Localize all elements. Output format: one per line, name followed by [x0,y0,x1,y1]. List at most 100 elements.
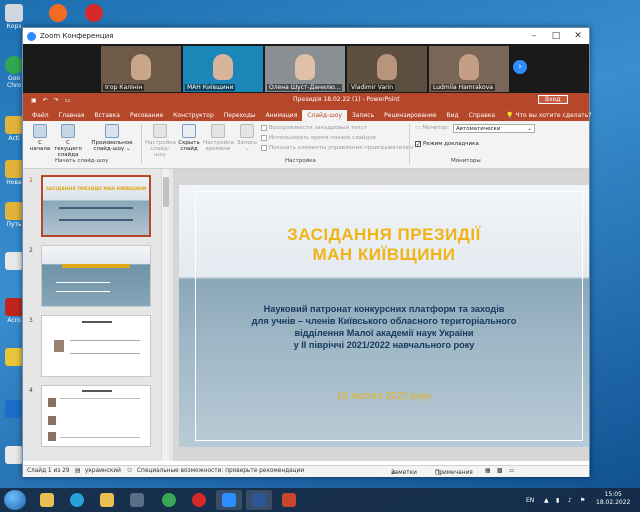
thumbnail-scrollbar[interactable] [161,169,169,461]
tab-animations[interactable]: Анимация [261,112,303,121]
sorter-view-icon[interactable]: ▩ [497,468,502,474]
tab-draw[interactable]: Рисование [125,112,168,121]
desktop-icon-2[interactable] [82,4,106,23]
monitor-icon: ▭ [415,125,421,131]
volume-icon[interactable]: ♪ [568,488,572,512]
opera-icon [192,493,206,507]
tab-help[interactable]: Справка [464,112,500,121]
tab-insert[interactable]: Вставка [90,112,125,121]
checkbox-checked: ✓ [415,141,422,148]
participant-tile[interactable]: Vladimir Varin [347,46,427,92]
chrome-icon [5,56,23,74]
presenter-view-checkbox[interactable]: ✓ Режим докладчика [415,141,479,148]
slide-thumbnail-4[interactable] [41,385,151,447]
tab-view[interactable]: Вид [441,112,463,121]
avast-icon [49,4,67,22]
taskbar-app-media[interactable] [124,490,150,510]
document-icon [5,446,23,464]
ribbon-slideshow: С начала С текущего слайда Произвольное … [23,121,589,169]
use-timings-checkbox[interactable]: Использовать время показа слайдов [261,135,376,141]
zoom-icon [222,493,236,507]
taskbar-app-files[interactable] [94,490,120,510]
save-icon[interactable]: ▣ [31,97,37,104]
setup-slideshow-button[interactable]: Настройка слайд-шоу [145,124,176,158]
undo-icon[interactable]: ↶ [43,97,48,104]
show-media-controls-checkbox[interactable]: Показать элементы управления проигрывате… [261,145,413,151]
from-start-button[interactable]: С начала [29,124,51,152]
participant-tile[interactable]: Ігор Калінін [101,46,181,92]
custom-show-icon [105,124,119,138]
language-indicator[interactable]: EN [526,488,534,512]
setup-icon [153,124,167,138]
word-icon [252,493,266,507]
flag-icon[interactable]: ⚑ [580,488,585,512]
thumbnail-heading [82,390,112,392]
app-icon [5,400,23,418]
slideshow-quick-icon[interactable]: ▭ [65,97,71,104]
tray-arrow-icon[interactable]: ▲ [544,488,549,512]
accessibility-status[interactable]: Специальные возможности: проверьте реком… [137,468,304,474]
participant-video [213,54,233,80]
taskbar-app-zoom[interactable] [216,490,242,510]
participant-tile[interactable]: Олена Шуст-Данилю... [265,46,345,92]
sign-in-button[interactable]: Вход [538,95,568,104]
slideshow-current-icon [61,124,75,138]
tab-home[interactable]: Главная [54,112,90,121]
scrollbar-thumb[interactable] [163,177,169,207]
taskbar-app-powerpoint[interactable] [276,490,302,510]
language-status[interactable]: украинский [85,468,121,474]
ribbon-tabs: Файл Главная Вставка Рисование Конструкт… [23,107,591,121]
taskbar-app-opera[interactable] [186,490,212,510]
participant-name: МАН Київщини [185,84,236,91]
tab-transitions[interactable]: Переходы [219,112,261,121]
zoom-window: Zoom Конференция – □ ✕ Ігор Калінін МАН … [22,27,591,477]
tab-design[interactable]: Конструктор [168,112,219,121]
record-icon [240,124,254,138]
tab-review[interactable]: Рецензирование [379,112,441,121]
monitor-select[interactable]: Автоматически ⌄ [453,124,535,133]
participant-tile[interactable]: МАН Київщини [183,46,263,92]
custom-slideshow-button[interactable]: Произвольное слайд-шоу ⌄ [89,124,135,152]
record-button[interactable]: Запись ⌄ [235,124,259,152]
tab-slideshow[interactable]: Слайд-шоу [302,110,347,121]
participant-video [459,54,479,80]
slide-thumbnail-2[interactable] [41,245,151,307]
slide-title: ЗАСІДАННЯ ПРЕЗИДІЇ МАН КИЇВЩИНИ [287,225,481,264]
thumbnail-number: 4 [29,387,33,394]
spelling-icon[interactable]: ▤ [75,468,80,474]
start-button[interactable] [4,490,26,510]
opera-icon [85,4,103,22]
acrobat-icon [5,298,23,316]
tab-record[interactable]: Запись [347,112,379,121]
hide-slide-button[interactable]: Скрыть слайд [177,124,201,152]
thumbnail-number: 3 [29,317,33,324]
taskbar-app-edge[interactable] [64,490,90,510]
from-current-button[interactable]: С текущего слайда [53,124,83,158]
play-narrations-checkbox[interactable]: Воспроизвести закадровый текст [261,125,367,131]
close-icon[interactable]: ✕ [567,28,589,44]
thumbnail-title: ЗАСІДАННЯ ПРЕЗИДІЇ МАН КИЇВЩИНИ [45,187,147,192]
app-icon [5,348,23,366]
normal-view-icon[interactable]: ▦ [485,468,490,474]
maximize-icon[interactable]: □ [545,28,567,44]
taskbar-app-explorer[interactable] [34,490,60,510]
slide-thumbnail-3[interactable] [41,315,151,377]
participant-tile[interactable]: Ludmila Hamrakova [429,46,509,92]
tell-me-search[interactable]: 💡 Что вы хотите сделать? [506,112,591,121]
slide-thumbnail-1[interactable]: ЗАСІДАННЯ ПРЕЗИДІЇ МАН КИЇВЩИНИ [41,175,151,237]
reading-view-icon[interactable]: ▭ [509,468,514,474]
rehearse-timings-button[interactable]: Настройка времени [203,124,234,152]
desktop-icon-1[interactable] [46,4,70,23]
network-icon[interactable]: ▮ [556,488,559,512]
minimize-icon[interactable]: – [523,28,545,44]
taskbar-app-chrome[interactable] [156,490,182,510]
redo-icon[interactable]: ↷ [54,97,59,104]
thumbnail-photo [48,416,56,425]
checkbox-box [261,135,267,141]
tab-file[interactable]: Файл [27,112,54,121]
taskbar-app-word[interactable] [246,490,272,510]
zoom-titlebar: Zoom Конференция – □ ✕ [23,28,589,44]
current-slide[interactable]: ЗАСІДАННЯ ПРЕЗИДІЇ МАН КИЇВЩИНИ Науковий… [179,185,589,447]
system-clock[interactable]: 15:05 18.02.2022 [596,491,630,507]
gallery-next-button[interactable]: › [513,60,527,74]
